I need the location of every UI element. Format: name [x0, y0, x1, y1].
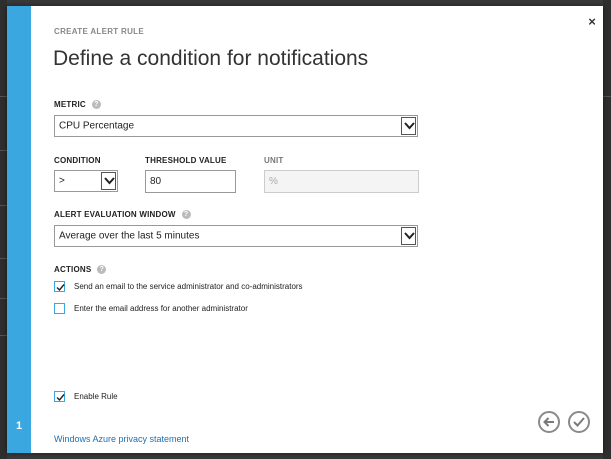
unit-label: UNIT — [264, 156, 284, 165]
help-icon[interactable]: ? — [181, 210, 191, 220]
backdrop-line — [0, 298, 7, 299]
arrow-left-icon — [543, 417, 554, 427]
evaluation-window-select[interactable]: Average over the last 5 minutes — [54, 225, 418, 247]
close-icon[interactable]: × — [585, 15, 599, 29]
checkmark-icon — [573, 417, 585, 427]
backdrop-line — [0, 335, 7, 336]
condition-label: CONDITION — [54, 156, 101, 165]
metric-label-row: METRIC? — [54, 100, 101, 110]
evaluation-window-label: ALERT EVALUATION WINDOW — [54, 210, 176, 219]
evaluation-window-label-row: ALERT EVALUATION WINDOW? — [54, 210, 191, 220]
backdrop-right — [603, 0, 611, 459]
unit-field: % — [264, 170, 419, 193]
backdrop-line — [0, 150, 7, 151]
chevron-down-icon[interactable] — [401, 227, 416, 245]
metric-select[interactable]: CPU Percentage — [54, 115, 418, 137]
backdrop-left — [0, 0, 7, 459]
backdrop-line — [603, 96, 611, 97]
backdrop-line — [0, 96, 7, 97]
back-button[interactable] — [538, 411, 560, 433]
threshold-input[interactable]: 80 — [145, 170, 236, 193]
metric-label: METRIC — [54, 100, 86, 109]
confirm-button[interactable] — [568, 411, 590, 433]
other-admin-label: Enter the email address for another admi… — [74, 304, 248, 313]
actions-label: ACTIONS — [54, 265, 92, 274]
dialog-title: Define a condition for notifications — [53, 47, 369, 70]
metric-selected-value: CPU Percentage — [59, 120, 135, 132]
wizard-step-bar: 1 — [7, 6, 31, 453]
threshold-label: THRESHOLD VALUE — [145, 156, 227, 165]
create-alert-rule-dialog: 1 × CREATE ALERT RULE Define a condition… — [7, 6, 603, 453]
backdrop-line — [0, 205, 7, 206]
step-number: 1 — [15, 420, 23, 432]
actions-label-row: ACTIONS? — [54, 265, 107, 275]
email-admins-label: Send an email to the service administrat… — [74, 282, 303, 291]
email-admins-checkbox[interactable] — [54, 281, 65, 292]
enable-rule-label: Enable Rule — [74, 392, 118, 401]
condition-selected-value: > — [59, 175, 65, 187]
privacy-statement-link[interactable]: Windows Azure privacy statement — [54, 434, 189, 444]
dialog-subtitle: CREATE ALERT RULE — [54, 27, 144, 36]
chevron-down-icon[interactable] — [401, 117, 416, 135]
help-icon[interactable]: ? — [97, 265, 107, 275]
backdrop-line — [0, 258, 7, 259]
check-icon — [56, 284, 65, 292]
evaluation-window-selected-value: Average over the last 5 minutes — [59, 230, 200, 242]
enable-rule-checkbox[interactable] — [54, 391, 65, 402]
help-icon[interactable]: ? — [91, 100, 101, 110]
condition-select[interactable]: > — [54, 170, 118, 192]
chevron-down-icon[interactable] — [101, 172, 116, 190]
check-icon — [56, 394, 65, 402]
other-admin-checkbox[interactable] — [54, 303, 65, 314]
